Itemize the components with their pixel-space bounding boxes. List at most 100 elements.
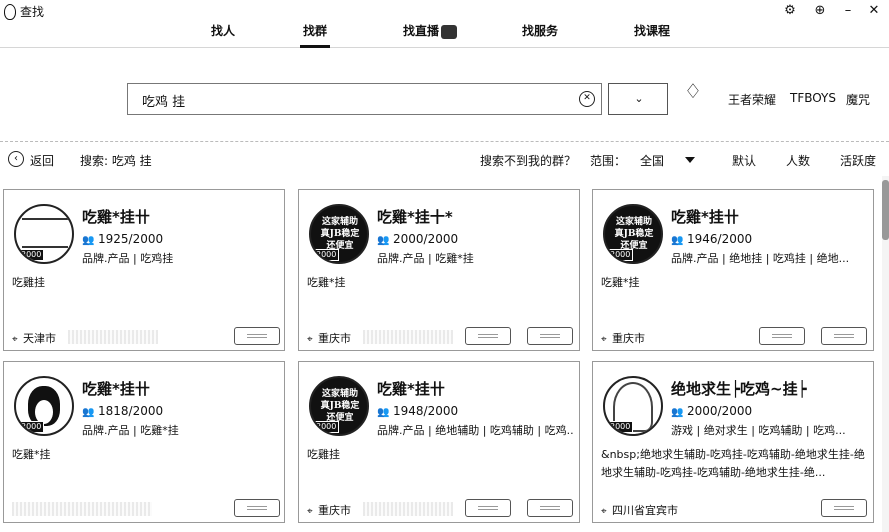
group-avatar: 这家辅助 真JB稳定 还便宜 2000 [309,204,369,264]
group-description: &nbsp;绝地求生辅助-吃鸡挂-吃鸡辅助-绝地求生挂-绝地求生辅助-吃鸡挂-吃… [601,448,865,479]
settings-icon[interactable]: ⚙ [782,3,798,19]
avatar-caption: 这家辅助 真JB稳定 还便宜 [320,217,360,251]
button-label-lines [247,334,267,338]
tab-find-group[interactable]: 找群 [300,22,330,48]
group-avatar: 2000 [14,204,74,264]
button-label-lines [540,334,560,338]
sort-members[interactable]: 人数 [786,152,810,169]
member-count: 👥 2000/2000 [377,232,458,246]
group-avatar: 这家辅助 真JB稳定 还便宜 2000 [603,204,663,264]
sort-activity[interactable]: 活跃度 [840,152,876,169]
hot-word-3[interactable]: 魔咒 [846,91,870,108]
tab-find-people[interactable]: 找人 [208,22,238,48]
member-count-value: 2000/2000 [687,404,753,418]
group-location: ⌖ 四川省宜宾市 [601,502,678,518]
group-avatar: 2000 [14,376,74,436]
title-bar: 查找 找人 找群 找直播 找服务 找课程 ⚙ ⊕ – ✕ [0,0,889,48]
group-card[interactable]: 这家辅助 真JB稳定 还便宜 2000 吃雞*挂十* 👥 2000/2000 品牌… [298,189,580,351]
tab-find-course[interactable]: 找课程 [630,22,674,48]
location-text: 重庆市 [318,504,351,517]
button-label-lines [478,506,498,510]
group-avatar: 这家辅助 真JB稳定 还便宜 2000 [309,376,369,436]
search-button-label: 搜索 [632,102,635,103]
button-label-lines [834,334,854,338]
group-card[interactable]: 2000 吃雞*挂卄 👥 1925/2000 品牌.产品 | 吃鸡挂 吃雞挂 ⌖ 天… [3,189,285,351]
tab-find-service[interactable]: 找服务 [518,22,562,48]
group-name[interactable]: 吃雞*挂卄 [82,206,150,227]
member-count-value: 1818/2000 [98,404,164,418]
search-input[interactable]: 吃鸡 挂 ✕ [127,83,602,115]
join-group-button[interactable] [821,327,867,345]
group-card[interactable]: 这家辅助 真JB稳定 还便宜 2000 吃雞*挂卄 👥 1948/2000 品牌.… [298,361,580,523]
blurred-area [363,330,453,344]
group-name[interactable]: 吃雞*挂十* [377,206,453,227]
group-location: ⌖ 天津市 [12,330,56,346]
group-name[interactable]: 吃雞*挂卄 [671,206,739,227]
join-group-button[interactable] [234,499,280,517]
group-tags: 品牌.产品 | 吃鸡挂 [82,252,174,265]
window-title: 查找 [20,5,45,19]
join-group-button[interactable] [527,499,573,517]
scrollbar-thumb[interactable] [882,180,889,240]
group-name[interactable]: 吃雞*挂卄 [377,378,445,399]
minimize-icon[interactable]: – [840,3,856,19]
group-tags: 品牌.产品 | 绝地辅助 | 吃鸡辅助 | 吃鸡... [377,424,573,437]
avatar-tag: 2000 [18,249,45,261]
group-tags: 品牌.产品 | 吃雞*挂 [82,424,179,437]
members-icon: 👥 [671,407,684,418]
member-count-value: 1925/2000 [98,232,164,246]
share-group-button[interactable] [465,499,511,517]
group-card[interactable]: 2000 绝地求生┝吃鸡~挂┝ 👥 2000/2000 游戏 | 绝对求生 | 吃… [592,361,874,523]
back-arrow-icon[interactable]: ‹ [8,151,24,167]
avatar-tag: 2000 [313,421,340,433]
close-icon[interactable]: ✕ [866,3,882,19]
location-pin-icon: ⌖ [601,506,607,517]
member-count: 👥 1946/2000 [671,232,752,246]
hot-word-2[interactable]: TFBOYS [790,91,836,105]
member-count: 👥 2000/2000 [671,404,752,418]
group-description: 吃雞*挂 [601,276,640,289]
share-group-button[interactable] [465,327,511,345]
blurred-area [363,502,453,516]
button-label-lines [478,334,498,338]
group-description: 吃雞挂 [12,276,45,289]
lightbulb-icon[interactable]: ♢ [684,79,708,107]
avatar-caption: 这家辅助 真JB稳定 还便宜 [320,389,360,423]
member-count-value: 1946/2000 [687,232,753,246]
join-group-button[interactable] [821,499,867,517]
group-description: 吃雞*挂 [12,448,51,461]
tab-find-live-label: 找直播 [402,24,439,38]
not-found-link[interactable]: 搜索不到我的群？ [480,152,576,169]
range-select[interactable]: 全国 [640,152,664,169]
chevron-down-icon[interactable] [685,157,695,163]
location-text: 重庆市 [318,332,351,345]
button-label-lines [834,506,854,510]
group-description: 吃雞*挂 [307,276,346,289]
location-pin-icon: ⌖ [12,334,18,345]
group-card[interactable]: 这家辅助 真JB稳定 还便宜 2000 吃雞*挂卄 👥 1946/2000 品牌.… [592,189,874,351]
avatar-tag: 2000 [607,421,634,433]
members-icon: 👥 [671,235,684,246]
filter-bar: ‹ 返回 搜索: 吃鸡 挂 搜索不到我的群？ 范围： 全国 默认 人数 活跃度 [0,141,889,175]
share-group-button[interactable] [759,327,805,345]
members-icon: 👥 [377,407,390,418]
avatar-tag: 2000 [607,249,634,261]
group-name[interactable]: 吃雞*挂卄 [82,378,150,399]
member-count: 👥 1818/2000 [82,404,163,418]
location-text: 重庆市 [612,332,645,345]
group-card[interactable]: 2000 吃雞*挂卄 👥 1818/2000 品牌.产品 | 吃雞*挂 吃雞*挂 [3,361,285,523]
group-tags: 游戏 | 绝对求生 | 吃鸡辅助 | 吃鸡... [671,424,846,437]
join-group-button[interactable] [527,327,573,345]
clear-search-icon[interactable]: ✕ [579,91,595,107]
join-group-button[interactable] [234,327,280,345]
member-count-value: 2000/2000 [393,232,459,246]
search-button[interactable]: 搜索⌄ [608,83,668,115]
sort-default[interactable]: 默认 [732,152,756,169]
back-link[interactable]: 返回 [30,152,54,169]
main-tabs: 找人 找群 找直播 找服务 找课程 [190,22,710,48]
location-text: 四川省宜宾市 [612,504,678,517]
hot-word-1[interactable]: 王者荣耀 [728,91,776,108]
pin-window-icon[interactable]: ⊕ [812,3,828,19]
tab-find-live[interactable]: 找直播 [400,22,460,48]
group-name[interactable]: 绝地求生┝吃鸡~挂┝ [671,378,807,399]
